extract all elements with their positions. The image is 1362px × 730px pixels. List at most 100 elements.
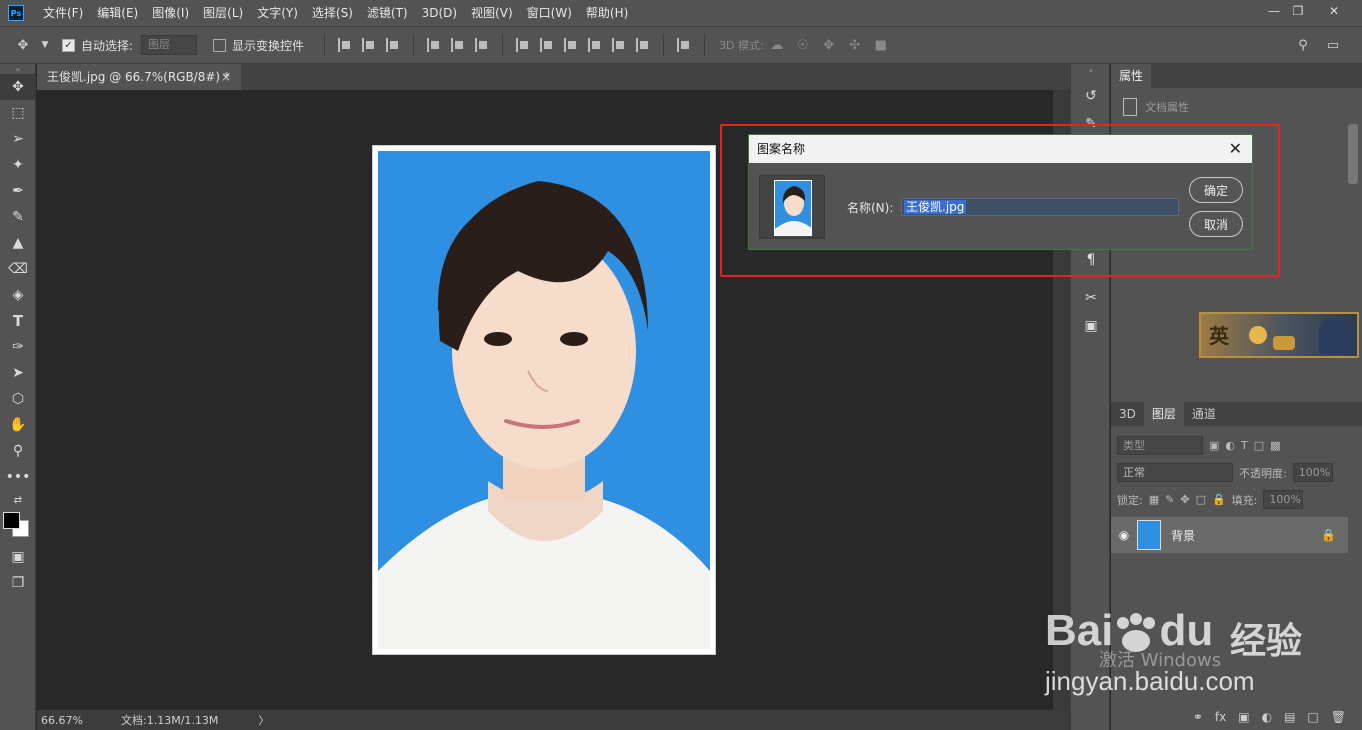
align-right-icon[interactable] xyxy=(475,38,489,52)
fill-input[interactable]: 100% xyxy=(1263,490,1304,509)
close-icon[interactable]: ✕ xyxy=(1229,135,1242,163)
auto-select-target-dropdown[interactable]: 图层 xyxy=(141,35,198,55)
tab-channels[interactable]: 通道 xyxy=(1184,402,1224,426)
close-tab-icon[interactable]: × xyxy=(221,64,231,90)
brush-tool-icon[interactable]: ✎ xyxy=(0,204,36,230)
filter-shape-icon[interactable]: □ xyxy=(1254,439,1264,452)
close-window-icon[interactable]: ✕ xyxy=(1318,0,1350,22)
visibility-eye-icon[interactable]: ◉ xyxy=(1111,528,1137,542)
pen-tool-icon[interactable]: ✑ xyxy=(0,334,36,360)
3d-slide-icon[interactable]: ✣ xyxy=(846,37,864,53)
search-icon[interactable]: ⚲ xyxy=(1294,37,1312,53)
stamp-tool-icon[interactable]: ▲ xyxy=(0,230,36,256)
delete-layer-icon[interactable]: 🗑 xyxy=(1331,710,1346,724)
lock-transparent-icon[interactable]: ▦ xyxy=(1149,493,1159,506)
restore-icon[interactable]: ❐ xyxy=(1282,0,1314,22)
adjustment-layer-icon[interactable]: ◐ xyxy=(1262,710,1272,724)
menu-file[interactable]: 文件(F) xyxy=(36,0,90,26)
hand-tool-icon[interactable]: ✋ xyxy=(0,412,36,438)
blend-mode-dropdown[interactable]: 正常 xyxy=(1117,463,1233,482)
shape-tool-icon[interactable]: ⬡ xyxy=(0,386,36,412)
auto-select-checkbox[interactable]: ✓ xyxy=(62,38,75,52)
3d-orbit-icon[interactable]: ☁ xyxy=(768,37,786,53)
lock-all-icon[interactable]: 🔒 xyxy=(1212,493,1226,506)
menu-view[interactable]: 视图(V) xyxy=(464,0,520,26)
zoom-level[interactable]: 66.67% xyxy=(37,714,107,727)
lock-position-icon[interactable]: ✥ xyxy=(1180,493,1189,506)
zoom-tool-icon[interactable]: ⚲ xyxy=(0,438,36,464)
workspace-icon[interactable]: ▭ xyxy=(1324,37,1342,53)
align-bottom-icon[interactable] xyxy=(386,38,400,52)
link-layers-icon[interactable]: ⚭ xyxy=(1193,710,1203,724)
menu-help[interactable]: 帮助(H) xyxy=(579,0,635,26)
menu-window[interactable]: 窗口(W) xyxy=(520,0,579,26)
chevron-down-icon[interactable]: ▼ xyxy=(40,37,50,53)
properties-scrollbar[interactable] xyxy=(1348,124,1358,184)
collapse-icon[interactable]: » xyxy=(0,64,36,74)
ok-button[interactable]: 确定 xyxy=(1189,177,1243,203)
tab-3d[interactable]: 3D xyxy=(1111,402,1144,426)
3d-camera-icon[interactable]: ■ xyxy=(872,37,890,53)
opacity-input[interactable]: 100% xyxy=(1292,463,1333,482)
align-top-icon[interactable] xyxy=(338,38,352,52)
type-tool-icon[interactable]: T xyxy=(0,308,36,334)
paint-bucket-icon[interactable]: ◈ xyxy=(0,282,36,308)
menu-layer[interactable]: 图层(L) xyxy=(196,0,250,26)
menu-edit[interactable]: 编辑(E) xyxy=(90,0,145,26)
filter-type-icon[interactable]: T xyxy=(1241,439,1248,452)
distribute-vcenter-icon[interactable] xyxy=(540,38,554,52)
cancel-button[interactable]: 取消 xyxy=(1189,211,1243,237)
path-select-icon[interactable]: ➤ xyxy=(0,360,36,386)
magic-wand-icon[interactable]: ✦ xyxy=(0,152,36,178)
quick-mask-icon[interactable]: ▣ xyxy=(0,544,36,570)
lock-artboard-icon[interactable]: □ xyxy=(1196,493,1206,506)
3d-roll-icon[interactable]: ☉ xyxy=(794,37,812,53)
group-folder-icon[interactable]: ▤ xyxy=(1284,710,1295,724)
menu-image[interactable]: 图像(I) xyxy=(145,0,196,26)
status-menu-arrow[interactable]: 〉 xyxy=(258,712,269,728)
add-mask-icon[interactable]: ▣ xyxy=(1238,710,1249,724)
menu-filter[interactable]: 滤镜(T) xyxy=(360,0,415,26)
document-image[interactable] xyxy=(372,145,716,655)
collapse-icon[interactable]: « xyxy=(1071,64,1111,76)
distribute-top-icon[interactable] xyxy=(516,38,530,52)
swap-colors-icon[interactable]: ⇄ xyxy=(0,490,36,510)
filter-adjust-icon[interactable]: ◐ xyxy=(1225,439,1235,452)
layer-comps-icon[interactable]: ▣ xyxy=(1071,312,1111,340)
auto-align-icon[interactable] xyxy=(677,38,691,52)
lasso-tool-icon[interactable]: ➢ xyxy=(0,126,36,152)
menu-type[interactable]: 文字(Y) xyxy=(250,0,305,26)
document-tab[interactable]: 王俊凯.jpg @ 66.7%(RGB/8#) * × xyxy=(37,64,241,90)
filter-kind-dropdown[interactable]: 类型 xyxy=(1117,436,1203,455)
more-tools-icon[interactable]: ••• xyxy=(0,464,36,490)
filter-pixel-icon[interactable]: ▣ xyxy=(1209,439,1219,452)
distribute-left-icon[interactable] xyxy=(588,38,602,52)
distribute-hcenter-icon[interactable] xyxy=(612,38,626,52)
tools-preset-icon[interactable]: ✂ xyxy=(1071,284,1111,312)
marquee-tool-icon[interactable]: ⬚ xyxy=(0,100,36,126)
menu-3d[interactable]: 3D(D) xyxy=(415,0,464,26)
fx-icon[interactable]: fx xyxy=(1215,710,1226,724)
layer-row-background[interactable]: ◉ 背景 🔒 xyxy=(1111,517,1348,553)
3d-pan-icon[interactable]: ✥ xyxy=(820,37,838,53)
move-tool-icon[interactable]: ✥ xyxy=(14,37,32,53)
pattern-name-input[interactable]: 王俊凯.jpg xyxy=(901,198,1179,216)
eraser-tool-icon[interactable]: ⌫ xyxy=(0,256,36,282)
tab-properties[interactable]: 属性 xyxy=(1111,64,1152,88)
screen-mode-icon[interactable]: ❐ xyxy=(0,570,36,596)
lock-pixels-icon[interactable]: ✎ xyxy=(1165,493,1174,506)
move-tool-icon[interactable]: ✥ xyxy=(0,74,36,100)
align-vcenter-icon[interactable] xyxy=(362,38,376,52)
foreground-color-swatch[interactable] xyxy=(3,512,20,529)
filter-smart-icon[interactable]: ▩ xyxy=(1270,439,1280,452)
history-icon[interactable]: ↺ xyxy=(1071,82,1111,110)
distribute-bottom-icon[interactable] xyxy=(564,38,578,52)
color-swatches[interactable] xyxy=(0,510,36,544)
new-layer-icon[interactable]: □ xyxy=(1307,710,1318,724)
show-transform-checkbox[interactable] xyxy=(213,38,227,52)
distribute-right-icon[interactable] xyxy=(636,38,650,52)
tab-layers[interactable]: 图层 xyxy=(1143,402,1184,426)
eyedropper-icon[interactable]: ✒ xyxy=(0,178,36,204)
align-hcenter-icon[interactable] xyxy=(451,38,465,52)
menu-select[interactable]: 选择(S) xyxy=(305,0,360,26)
